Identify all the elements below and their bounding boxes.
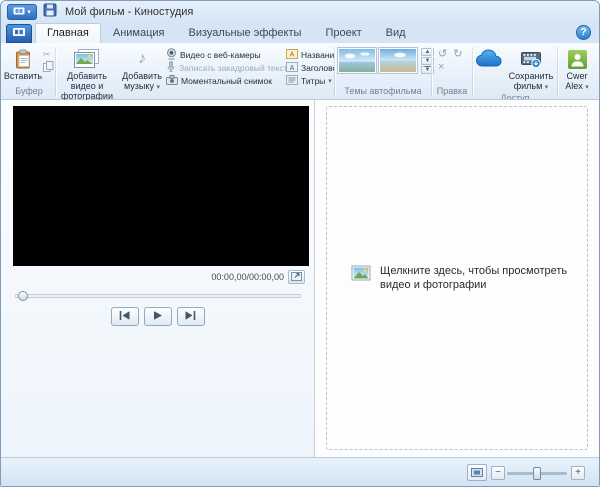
add-videos-button[interactable]: Добавить видео и фотографии: [56, 46, 118, 101]
save-movie-icon: [521, 47, 541, 71]
microphone-icon: [166, 61, 176, 74]
paste-button[interactable]: Вставить: [3, 46, 43, 86]
next-frame-button[interactable]: [177, 307, 205, 326]
group-label-themes: Темы автофильма: [335, 86, 431, 99]
add-caption-button[interactable]: A Заголовок: [286, 61, 334, 74]
group-share: Сохранить фильм ▾ Доступ: [473, 44, 557, 99]
seek-slider[interactable]: [15, 294, 301, 298]
filmstrip-icon: [13, 3, 25, 21]
save-quick-button[interactable]: [41, 4, 59, 20]
group-edit: ↺ ↻ × Правка: [432, 44, 472, 99]
play-icon: [152, 308, 163, 326]
main-area: 00:00,00/00:00,00: [1, 100, 599, 457]
theme-thumbnail[interactable]: [338, 48, 376, 73]
scissors-icon: ✂: [43, 49, 50, 60]
themes-gallery: ▲ ▼ ▼: [335, 46, 434, 74]
group-account: Cwer Alex ▾: [558, 44, 596, 99]
title-slide-icon: A: [286, 49, 298, 61]
window-title: Мой фильм - Киностудия: [65, 1, 193, 23]
browse-hint-text: Щелкните здесь, чтобы просмотреть видео …: [380, 264, 593, 292]
titlebar: ▾ Мой фильм - Киностудия: [1, 1, 599, 23]
seek-thumb[interactable]: [18, 291, 28, 301]
cloud-icon: [475, 47, 505, 71]
copy-button[interactable]: [43, 61, 55, 74]
ribbon: Вставить ✂ Буфер Добавить видео и: [1, 43, 599, 100]
expand-preview-button[interactable]: [288, 270, 305, 284]
play-button[interactable]: [144, 307, 172, 326]
dropdown-arrow-icon: ▾: [545, 84, 549, 91]
app-icon-button[interactable]: ▾: [7, 4, 37, 20]
zoom-thumb[interactable]: [533, 467, 541, 480]
preview-pane: 00:00,00/00:00,00: [1, 100, 314, 457]
ribbon-tabs: Главная Анимация Визуальные эффекты Прое…: [35, 23, 418, 43]
remove-button[interactable]: ×: [438, 62, 444, 73]
filmstrip-icon: [12, 25, 26, 43]
next-frame-icon: [184, 308, 197, 326]
tab-view[interactable]: Вид: [374, 23, 418, 43]
ribbon-tab-row: Главная Анимация Визуальные эффекты Прое…: [1, 23, 599, 43]
group-add: Добавить видео и фотографии ♪ Добавить м…: [56, 44, 334, 99]
account-button[interactable]: Cwer Alex ▾: [558, 46, 596, 93]
add-title-button[interactable]: A Название: [286, 48, 334, 61]
caption-slide-icon: A: [286, 62, 298, 74]
group-label-share: Доступ: [473, 93, 557, 99]
svg-text:A: A: [290, 65, 295, 72]
rotate-right-button[interactable]: ↻: [453, 49, 462, 60]
browse-hint[interactable]: Щелкните здесь, чтобы просмотреть видео …: [351, 264, 593, 292]
photo-icon: [351, 264, 372, 287]
tab-animation[interactable]: Анимация: [101, 23, 177, 43]
onedrive-share-button[interactable]: [473, 46, 507, 93]
dropdown-arrow-icon: ▾: [585, 84, 589, 91]
group-label-account: [558, 93, 596, 99]
dropdown-arrow-icon: ▾: [156, 84, 160, 91]
tab-project[interactable]: Проект: [313, 23, 373, 43]
timecode: 00:00,00/00:00,00: [211, 272, 284, 282]
playback-controls: [1, 307, 314, 326]
drop-area[interactable]: Щелкните здесь, чтобы просмотреть видео …: [326, 106, 588, 450]
add-credits-button[interactable]: Титры ▾: [286, 74, 334, 87]
save-icon: [43, 3, 57, 22]
zoom-slider[interactable]: [507, 472, 567, 475]
webcam-video-button[interactable]: Видео с веб-камеры: [166, 48, 286, 61]
previous-frame-button[interactable]: [111, 307, 139, 326]
avatar: [568, 47, 587, 71]
save-movie-button[interactable]: Сохранить фильм ▾: [507, 46, 555, 93]
zoom-out-button[interactable]: −: [491, 466, 505, 480]
dropdown-arrow-icon: ▾: [27, 8, 31, 16]
photos-icon: [74, 47, 100, 71]
snapshot-button[interactable]: Моментальный снимок: [166, 74, 286, 87]
zoom-in-button[interactable]: +: [571, 466, 585, 480]
statusbar: − +: [1, 457, 599, 486]
group-themes: ▲ ▼ ▼ Темы автофильма: [335, 44, 431, 99]
music-note-icon: ♪: [138, 47, 146, 71]
storyboard-pane: Щелкните здесь, чтобы просмотреть видео …: [314, 100, 599, 457]
add-music-button[interactable]: ♪ Добавить музыку ▾: [118, 46, 166, 101]
fullscreen-icon: [291, 268, 302, 286]
cut-button[interactable]: ✂: [43, 48, 55, 61]
rotate-left-button[interactable]: ↺: [438, 49, 447, 60]
theme-thumbnail[interactable]: [379, 48, 417, 73]
previous-frame-icon: [118, 308, 131, 326]
credits-slide-icon: [286, 75, 298, 87]
app-window: ▾ Мой фильм - Киностудия Главная Анимаци…: [0, 0, 600, 487]
dropdown-arrow-icon: ▾: [328, 77, 332, 85]
camera-icon: [166, 75, 178, 87]
fit-icon: [471, 464, 483, 482]
copy-icon: [43, 61, 54, 74]
group-label-clipboard: Буфер: [3, 86, 55, 99]
record-narration-button[interactable]: Записать закадровый текст ▾: [166, 61, 286, 74]
file-menu-button[interactable]: [6, 24, 32, 43]
webcam-icon: [166, 48, 177, 61]
group-clipboard: Вставить ✂ Буфер: [3, 44, 55, 99]
clipboard-paste-icon: [14, 47, 32, 71]
tab-home[interactable]: Главная: [35, 23, 101, 43]
help-button[interactable]: ?: [576, 25, 591, 40]
group-label-edit: Правка: [432, 86, 472, 99]
fit-to-window-button[interactable]: [467, 464, 487, 481]
svg-text:A: A: [290, 51, 295, 58]
tab-visual-effects[interactable]: Визуальные эффекты: [177, 23, 314, 43]
video-preview: [13, 106, 309, 266]
